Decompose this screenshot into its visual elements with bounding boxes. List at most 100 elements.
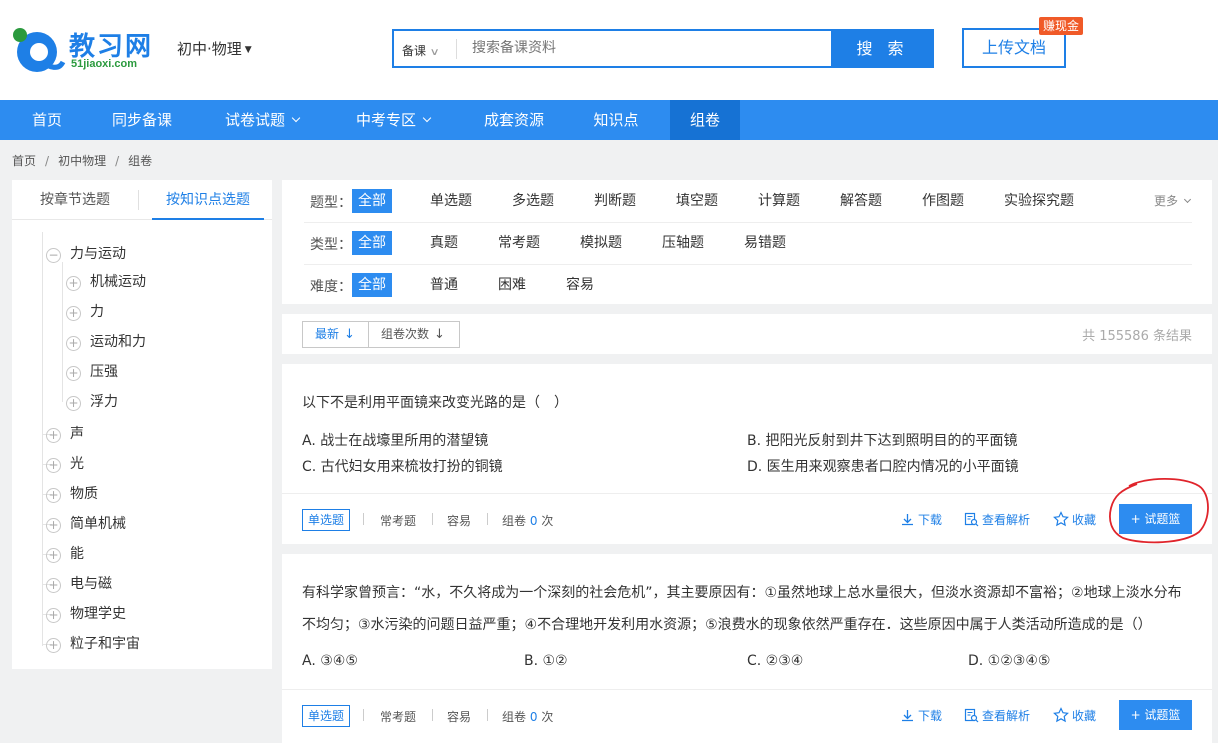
tree-item-label: 力	[90, 304, 104, 320]
expand-icon[interactable]: +	[66, 366, 81, 381]
subject-selector[interactable]: 初中·物理 ▼	[177, 38, 252, 59]
expand-icon[interactable]: +	[46, 578, 61, 593]
tree-item-physics-history[interactable]: + 物理学史	[46, 604, 126, 624]
tree-item-mechanical-motion[interactable]: + 机械运动	[66, 272, 146, 292]
question-text-line: 不均匀；③水污染的问题日益严重；④不合理地开发利用水资源；⑤浪费水的现象依然严重…	[302, 617, 1152, 633]
download-button[interactable]: 下载	[900, 707, 942, 724]
expand-icon[interactable]: +	[46, 548, 61, 563]
chevron-down-icon	[291, 113, 301, 123]
expand-icon[interactable]: +	[66, 306, 81, 321]
filter-more-button[interactable]: 更多	[1154, 192, 1192, 209]
question-option: A. 战士在战壕里所用的潜望镜	[302, 433, 489, 449]
chevron-down-icon	[422, 113, 432, 123]
favorite-button[interactable]: 收藏	[1053, 707, 1096, 724]
tree-item-motion-force[interactable]: + 运动和力	[66, 332, 146, 352]
tree-item-simple-machines[interactable]: + 简单机械	[46, 514, 126, 534]
nav-item-papers[interactable]: 试卷试题	[212, 100, 312, 140]
nav-item-resources[interactable]: 成套资源	[474, 100, 554, 140]
view-analysis-label: 查看解析	[982, 513, 1031, 527]
question-option: C. ②③④	[747, 653, 804, 669]
tree-item-pressure[interactable]: + 压强	[66, 362, 118, 382]
add-to-basket-button[interactable]: + 试题篮	[1119, 504, 1192, 534]
tree-item-sound[interactable]: + 声	[46, 424, 84, 444]
question-footer: 单选题 常考题 容易 组卷 0 次 下载 查看解析 收藏 + 试题篮	[282, 689, 1212, 739]
favorite-button[interactable]: 收藏	[1053, 511, 1096, 528]
expand-icon[interactable]: +	[66, 336, 81, 351]
filter-option[interactable]: 全部	[352, 189, 392, 213]
tree-item-label: 物质	[70, 486, 98, 502]
sort-usage-button[interactable]: 组卷次数 ↓	[368, 321, 460, 348]
document-search-icon	[964, 708, 979, 723]
tree-item-buoyancy[interactable]: + 浮力	[66, 392, 118, 412]
add-to-basket-button[interactable]: + 试题篮	[1119, 700, 1192, 730]
expand-icon[interactable]: +	[66, 276, 81, 291]
download-button[interactable]: 下载	[900, 511, 942, 528]
tree-item-label: 能	[70, 546, 84, 562]
filter-option[interactable]: 易错题	[738, 231, 792, 255]
filter-option[interactable]: 实验探究题	[998, 189, 1080, 213]
expand-icon[interactable]: +	[46, 428, 61, 443]
expand-icon[interactable]: +	[46, 608, 61, 623]
breadcrumb-separator: /	[115, 154, 120, 168]
filter-option[interactable]: 解答题	[834, 189, 888, 213]
tree-item-energy[interactable]: + 能	[46, 544, 84, 564]
breadcrumb-current: 组卷	[128, 154, 153, 168]
view-analysis-button[interactable]: 查看解析	[964, 511, 1030, 528]
filter-option[interactable]: 全部	[352, 273, 392, 297]
expand-icon[interactable]: +	[46, 518, 61, 533]
star-icon	[1053, 511, 1069, 527]
collapse-icon[interactable]: −	[46, 248, 61, 263]
tree-item-particles-universe[interactable]: + 粒子和宇宙	[46, 634, 140, 654]
tree-item-force-motion[interactable]: − 力与运动	[46, 244, 126, 264]
breadcrumb-subject[interactable]: 初中物理	[58, 154, 106, 168]
sidebar: 按章节选题 按知识点选题 − 力与运动 + 机械运动 + 力 + 运动和力 + 压强 + 浮…	[12, 180, 272, 669]
nav-item-sync-prep[interactable]: 同步备课	[101, 100, 183, 140]
filter-option[interactable]: 作图题	[916, 189, 970, 213]
filter-option[interactable]: 判断题	[588, 189, 642, 213]
search-divider	[456, 39, 457, 59]
search-input[interactable]	[472, 40, 812, 56]
search-button[interactable]: 搜 索	[831, 29, 934, 68]
tree-item-matter[interactable]: + 物质	[46, 484, 98, 504]
nav-item-compose[interactable]: 组卷	[670, 100, 740, 140]
view-analysis-button[interactable]: 查看解析	[964, 707, 1030, 724]
filter-option[interactable]: 普通	[424, 273, 464, 297]
filter-option[interactable]: 模拟题	[574, 231, 628, 255]
sort-latest-button[interactable]: 最新 ↓	[302, 321, 369, 348]
filter-option[interactable]: 压轴题	[656, 231, 710, 255]
expand-icon[interactable]: +	[46, 638, 61, 653]
tab-by-chapter[interactable]: 按章节选题	[30, 180, 120, 220]
filter-option[interactable]: 多选题	[506, 189, 560, 213]
tree-item-light[interactable]: + 光	[46, 454, 84, 474]
usage-count: 0	[529, 710, 538, 724]
expand-icon[interactable]: +	[46, 458, 61, 473]
filter-option[interactable]: 困难	[492, 273, 532, 297]
tree-item-electromagnetism[interactable]: + 电与磁	[46, 574, 112, 594]
filter-option[interactable]: 真题	[424, 231, 464, 255]
filter-option[interactable]: 容易	[560, 273, 600, 297]
filter-option[interactable]: 单选题	[424, 189, 478, 213]
nav-item-knowledge[interactable]: 知识点	[584, 100, 648, 140]
filter-option[interactable]: 计算题	[752, 189, 806, 213]
filter-option[interactable]: 常考题	[492, 231, 546, 255]
sidebar-tabs: 按章节选题 按知识点选题	[12, 180, 272, 220]
tree-item-force[interactable]: + 力	[66, 302, 104, 322]
question-option: D. ①②③④⑤	[968, 653, 1051, 669]
question-usage: 组卷 0 次	[502, 512, 553, 529]
filter-option[interactable]: 全部	[352, 231, 392, 255]
expand-icon[interactable]: +	[66, 396, 81, 411]
chevron-down-icon: ∨	[429, 47, 440, 58]
sort-bar: 最新 ↓ 组卷次数 ↓ 共 155586 条结果	[282, 314, 1212, 354]
nav-item-zhongkao[interactable]: 中考专区	[343, 100, 443, 140]
question-kind: 常考题	[380, 710, 417, 724]
usage-count: 0	[529, 514, 538, 528]
breadcrumb-home[interactable]: 首页	[12, 154, 36, 168]
filter-option[interactable]: 填空题	[670, 189, 724, 213]
question-difficulty: 容易	[447, 514, 472, 528]
expand-icon[interactable]: +	[46, 488, 61, 503]
tab-by-knowledge[interactable]: 按知识点选题	[152, 180, 264, 220]
logo-icon[interactable]	[11, 26, 67, 74]
nav-item-home[interactable]: 首页	[16, 100, 78, 140]
search-category-select[interactable]: 备课 ∨	[402, 42, 440, 59]
question-usage: 组卷 0 次	[502, 708, 553, 725]
